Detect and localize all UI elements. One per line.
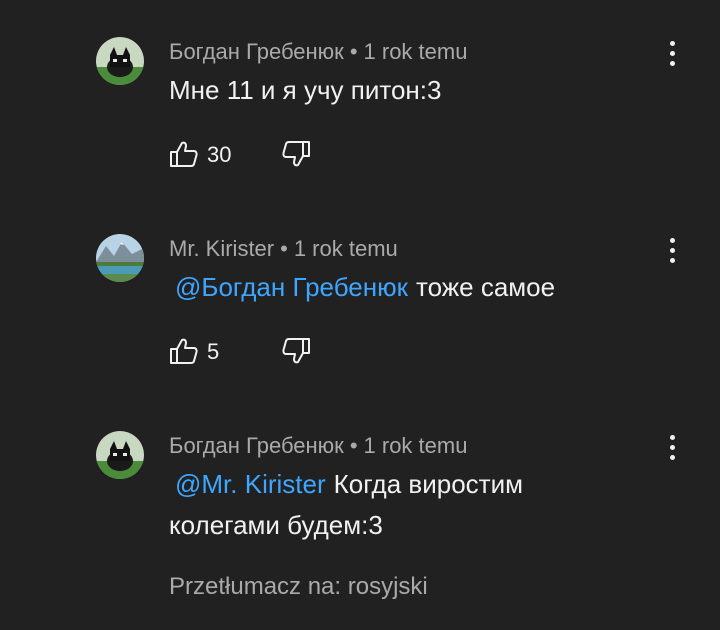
avatar[interactable] bbox=[96, 37, 144, 85]
comment-meta: Богдан Гребенюк • 1 rok temu bbox=[169, 39, 467, 65]
thumb-up-icon bbox=[170, 141, 198, 167]
more-vertical-icon-dot bbox=[670, 258, 675, 263]
meta-separator: • bbox=[349, 39, 358, 64]
thumb-up-icon bbox=[170, 338, 198, 364]
more-actions-button[interactable] bbox=[660, 38, 684, 68]
more-vertical-icon-dot bbox=[670, 445, 675, 450]
thumb-down-icon bbox=[282, 338, 310, 364]
more-vertical-icon-dot bbox=[670, 238, 675, 243]
comment-text: @Mr. Kirister Когда виростим bbox=[169, 465, 523, 503]
like-button[interactable]: 30 bbox=[169, 140, 231, 170]
thumb-down-icon bbox=[282, 141, 310, 167]
dislike-button[interactable] bbox=[281, 337, 311, 367]
comment-time[interactable]: 1 rok temu bbox=[294, 236, 398, 261]
black-cat-avatar-icon bbox=[96, 37, 144, 85]
author-name[interactable]: Богдан Гребенюк bbox=[169, 39, 344, 64]
comment-text: Мне 11 и я учу питон:3 bbox=[169, 71, 441, 109]
more-actions-button[interactable] bbox=[660, 432, 684, 462]
more-actions-button[interactable] bbox=[660, 235, 684, 265]
dislike-button[interactable] bbox=[281, 140, 311, 170]
more-vertical-icon-dot bbox=[670, 455, 675, 460]
comment-text-content: Мне 11 и я учу питон:3 bbox=[169, 75, 442, 105]
more-vertical-icon-dot bbox=[670, 248, 675, 253]
mention-link[interactable]: @Богдан Гребенюк bbox=[169, 272, 416, 302]
black-cat-avatar-icon bbox=[96, 431, 144, 479]
comment-time[interactable]: 1 rok temu bbox=[364, 433, 468, 458]
avatar[interactable] bbox=[96, 234, 144, 282]
comment-meta: Mr. Kirister • 1 rok temu bbox=[169, 236, 398, 262]
comment-text: @Богдан Гребенюк тоже самое bbox=[169, 268, 555, 306]
translate-link[interactable]: Przetłumacz na: rosyjski bbox=[169, 572, 428, 602]
like-count: 30 bbox=[207, 142, 232, 167]
comment-time[interactable]: 1 rok temu bbox=[364, 39, 468, 64]
like-button[interactable]: 5 bbox=[169, 337, 219, 367]
like-count: 5 bbox=[207, 339, 220, 364]
more-vertical-icon-dot bbox=[670, 41, 675, 46]
author-name[interactable]: Богдан Гребенюк bbox=[169, 433, 344, 458]
author-name[interactable]: Mr. Kirister bbox=[169, 236, 274, 261]
more-vertical-icon-dot bbox=[670, 61, 675, 66]
mention-link[interactable]: @Mr. Kirister bbox=[169, 469, 334, 499]
comment-text-content: тоже самое bbox=[415, 272, 556, 302]
avatar[interactable] bbox=[96, 431, 144, 479]
mountain-lake-avatar-icon bbox=[96, 234, 144, 282]
meta-separator: • bbox=[280, 236, 288, 261]
comment-text-content: колегами будем:3 bbox=[169, 510, 383, 540]
comment-text-content: Когда виростим bbox=[333, 469, 523, 499]
more-vertical-icon-dot bbox=[670, 51, 675, 56]
comment-meta: Богдан Гребенюк • 1 rok temu bbox=[169, 433, 467, 459]
meta-separator: • bbox=[349, 433, 358, 458]
more-vertical-icon-dot bbox=[670, 435, 675, 440]
comment-text-line-2: колегами будем:3 bbox=[169, 506, 383, 544]
